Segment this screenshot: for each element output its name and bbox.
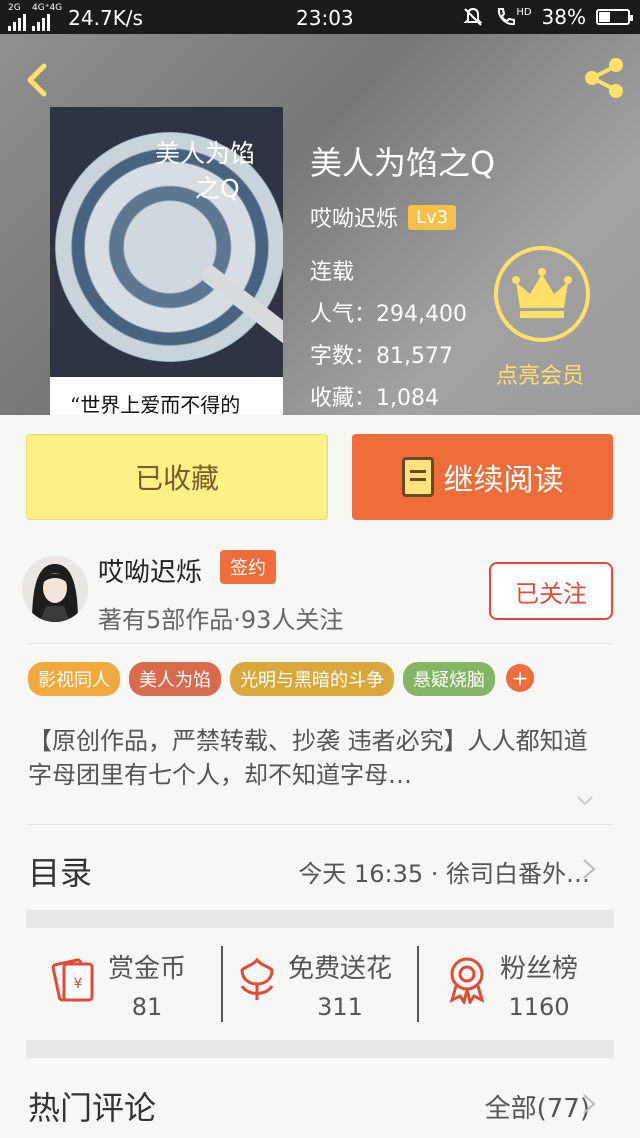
all-comments-link[interactable]: 全部(77): [485, 1088, 590, 1125]
divider: [26, 643, 614, 644]
red-envelope-icon: ¥: [51, 958, 94, 1002]
chevron-down-icon[interactable]: [576, 792, 594, 810]
stats-row: ¥ 赏金币 81 免费送花 311 粉丝榜 1160: [26, 930, 614, 1038]
word-count-row: 字数：81,577: [310, 344, 453, 369]
book-header: 美人为馅 之Q “世界上爱而不得的 美人为馅之Q 哎呦迟烁 Lv3 连载 人气：…: [0, 34, 640, 415]
clock: 23:03: [296, 6, 354, 30]
cover-title-line2: 之Q: [195, 174, 240, 203]
network-type: 2G: [8, 3, 21, 13]
popularity-row: 人气：294,400: [310, 302, 467, 327]
cover-quote: “世界上爱而不得的: [50, 377, 283, 415]
hd-label: HD: [516, 6, 532, 18]
book-icon: [401, 457, 434, 497]
book-cover[interactable]: 美人为馅 之Q “世界上爱而不得的: [50, 107, 283, 415]
signed-badge: 签约: [220, 550, 276, 584]
stat-divider: [417, 946, 419, 1022]
section-separator: [26, 910, 614, 928]
divider: [26, 824, 614, 825]
section-separator: [26, 1040, 614, 1058]
status-bar: 2G 4G⁺4G 24.7K/s 23:03 HD 38%: [0, 0, 640, 34]
vip-label[interactable]: 点亮会员: [496, 358, 584, 390]
chevron-right-icon: [583, 859, 596, 879]
tag-item[interactable]: 影视同人: [28, 662, 120, 696]
battery-percent: 38%: [541, 5, 586, 29]
continue-reading-button[interactable]: 继续阅读: [352, 434, 613, 520]
vip-button[interactable]: [494, 246, 590, 342]
book-status: 连载: [310, 260, 355, 285]
toc-label: 目录: [28, 854, 93, 892]
medal-icon: [449, 957, 485, 1004]
tag-item[interactable]: 悬疑烧脑: [403, 662, 495, 696]
collect-button[interactable]: 已收藏: [26, 434, 328, 520]
signal-icon: [8, 13, 26, 31]
crown-icon: [512, 268, 572, 318]
free-flowers-stat[interactable]: 免费送花 311: [234, 948, 392, 1021]
reward-coins-count: 81: [131, 993, 163, 1021]
avatar[interactable]: [22, 556, 88, 622]
author-name[interactable]: 哎呦迟烁: [98, 552, 202, 589]
cover-title: 美人为馅: [155, 139, 256, 168]
fan-ranking-stat[interactable]: 粉丝榜 1160: [444, 948, 578, 1021]
author-level-badge: Lv3: [408, 204, 457, 230]
header-author-row: 哎呦迟烁 Lv3: [310, 201, 457, 233]
network-type-secondary: 4G⁺4G: [32, 3, 63, 13]
popularity-value: 294,400: [376, 302, 467, 327]
tag-item[interactable]: 美人为馅: [129, 662, 221, 696]
book-description[interactable]: 【原创作品，严禁转载、抄袭 违者必究】人人都知道字母团里有七个人，却不知道字母…: [28, 724, 608, 792]
word-count-value: 81,577: [376, 344, 453, 369]
favorites-value: 1,084: [376, 386, 439, 411]
hot-comments-label: 热门评论: [28, 1089, 157, 1127]
share-icon[interactable]: [580, 54, 628, 102]
free-flowers-count: 311: [317, 993, 363, 1021]
chevron-right-icon: [583, 1094, 596, 1114]
toc-latest-chapter: 今天 16:35 · 徐司白番外…: [298, 860, 590, 888]
reward-coins-stat[interactable]: ¥ 赏金币 81: [50, 948, 186, 1021]
tag-list: 影视同人 美人为馅 光明与黑暗的斗争 悬疑烧脑 +: [28, 662, 534, 696]
tag-item[interactable]: 光明与黑暗的斗争: [230, 662, 394, 696]
flower-icon: [240, 957, 274, 1000]
svg-text:¥: ¥: [74, 976, 83, 992]
favorites-row: 收藏：1,084: [310, 386, 439, 411]
more-tags-button[interactable]: +: [506, 664, 534, 692]
fan-ranking-count: 1160: [508, 993, 570, 1021]
phone-icon: [498, 8, 516, 26]
signal-icon-secondary: [32, 13, 50, 31]
author-info: 著有5部作品·93人关注: [98, 606, 344, 634]
stat-divider: [221, 946, 223, 1022]
header-author-name[interactable]: 哎呦迟烁: [310, 201, 398, 233]
mute-icon: [463, 7, 483, 26]
back-icon[interactable]: [18, 60, 58, 100]
battery-icon: [596, 9, 633, 25]
network-speed: 24.7K/s: [68, 5, 143, 30]
follow-button[interactable]: 已关注: [489, 562, 613, 620]
book-title: 美人为馅之Q: [310, 144, 496, 182]
